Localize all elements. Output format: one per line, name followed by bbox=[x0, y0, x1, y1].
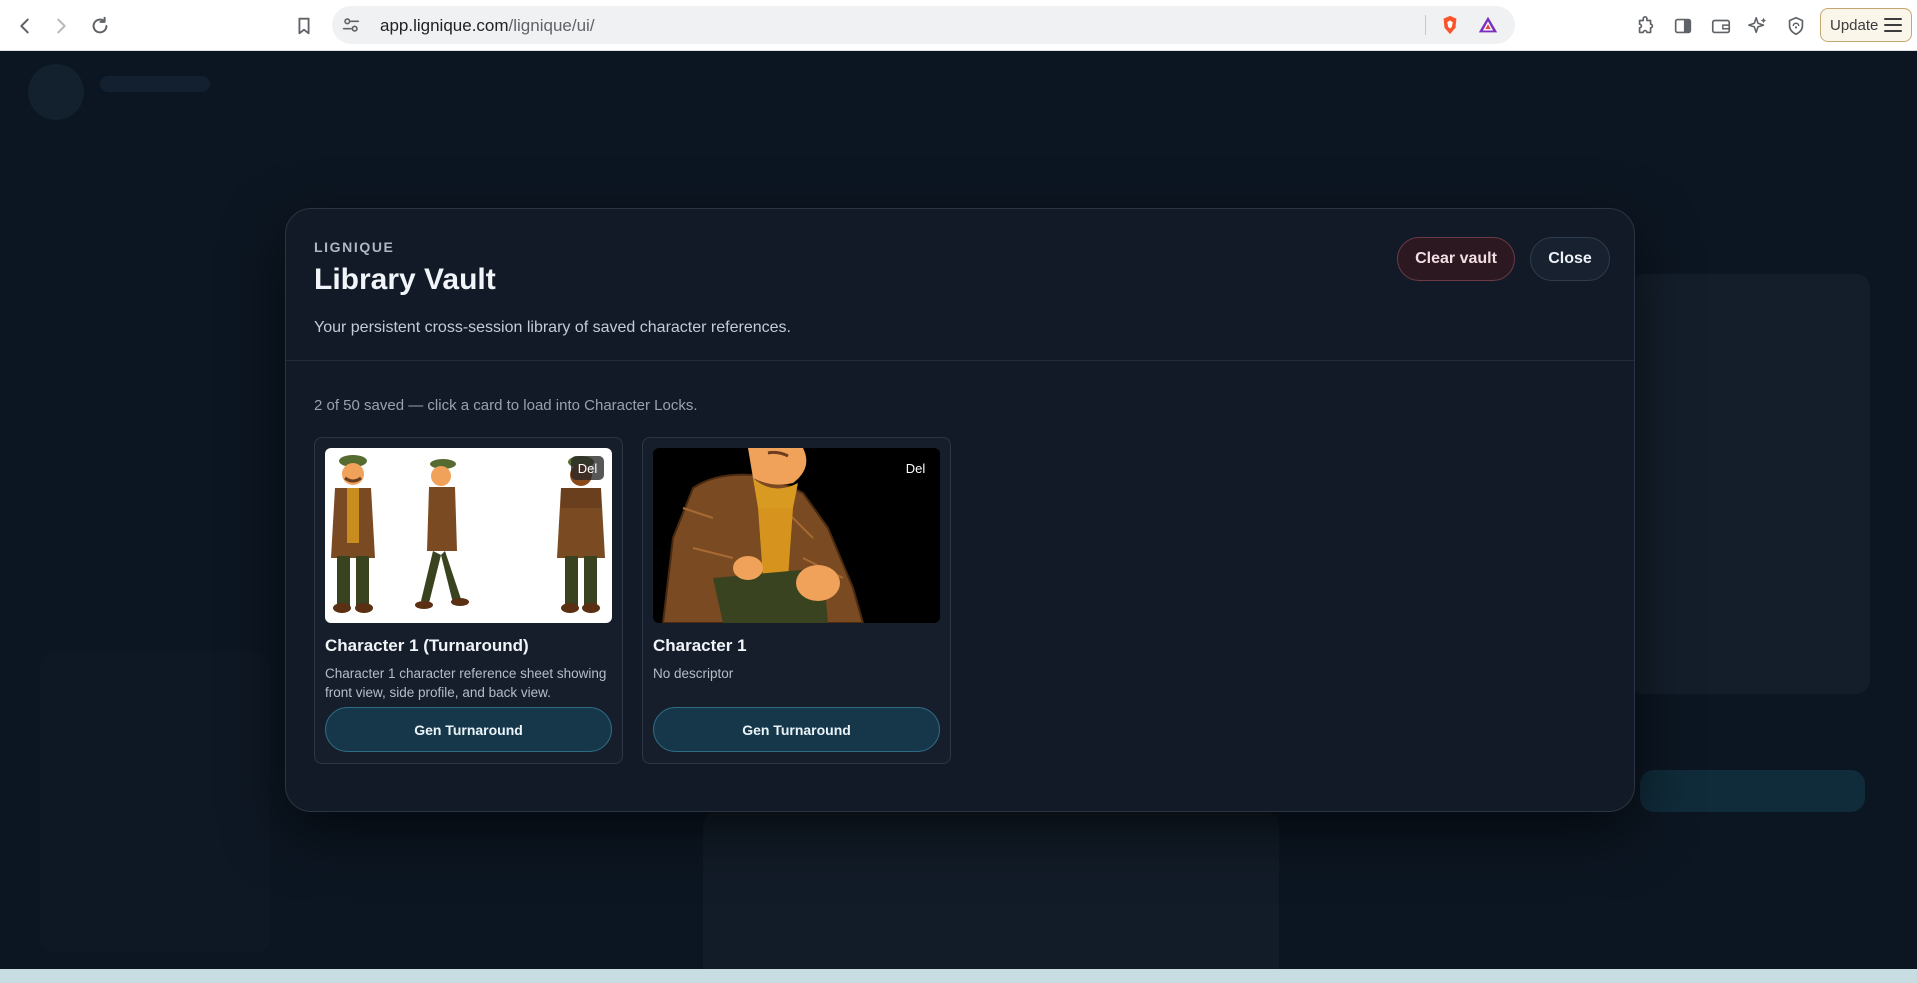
modal-title: Library Vault bbox=[314, 263, 496, 296]
brave-shields-icon[interactable] bbox=[1437, 12, 1463, 38]
browser-toolbar: app.lignique.com/lignique/ui/ Update bbox=[0, 0, 1917, 51]
site-settings-icon[interactable] bbox=[338, 12, 364, 38]
delete-button[interactable]: Del bbox=[899, 456, 932, 480]
bookmark-icon[interactable] bbox=[291, 13, 317, 39]
sidebar-icon[interactable] bbox=[1670, 13, 1696, 39]
library-vault-modal: LIGNIQUE Library Vault Your persistent c… bbox=[285, 208, 1635, 812]
card-title: Character 1 (Turnaround) bbox=[325, 636, 529, 655]
reload-icon[interactable] bbox=[87, 13, 113, 39]
character-image: Del bbox=[653, 448, 940, 623]
left-panel-blur bbox=[40, 652, 270, 952]
brave-rewards-icon[interactable] bbox=[1475, 12, 1501, 38]
urlbar-divider bbox=[1425, 15, 1426, 35]
card-description: No descriptor bbox=[653, 666, 734, 681]
preview-panel-blur bbox=[1630, 274, 1870, 694]
card-title: Character 1 bbox=[653, 636, 747, 655]
modal-subtitle: Your persistent cross-session library of… bbox=[314, 319, 791, 336]
url-host: app.lignique.com bbox=[380, 16, 509, 35]
back-icon[interactable] bbox=[12, 13, 38, 39]
gen-turnaround-button[interactable]: Gen Turnaround bbox=[325, 707, 612, 752]
url-text: app.lignique.com/lignique/ui/ bbox=[380, 16, 595, 36]
close-button[interactable]: Close bbox=[1530, 237, 1610, 281]
vpn-icon[interactable] bbox=[1783, 13, 1809, 39]
extensions-icon[interactable] bbox=[1633, 13, 1659, 39]
delete-button[interactable]: Del bbox=[571, 456, 604, 480]
app-logo-blur bbox=[28, 64, 84, 120]
modal-header: LIGNIQUE Library Vault Your persistent c… bbox=[286, 209, 1634, 361]
update-label: Update bbox=[1830, 16, 1879, 34]
address-bar[interactable]: app.lignique.com/lignique/ui/ bbox=[332, 6, 1515, 44]
panel-button-blur bbox=[1640, 770, 1865, 812]
turnaround-image: Del bbox=[325, 448, 612, 623]
vault-count-text: 2 of 50 saved — click a card to load int… bbox=[314, 397, 698, 414]
url-path: /lignique/ui/ bbox=[508, 16, 595, 35]
prompt-area-blur bbox=[703, 812, 1279, 969]
update-button[interactable]: Update bbox=[1820, 8, 1912, 42]
gen-turnaround-button[interactable]: Gen Turnaround bbox=[653, 707, 940, 752]
bottom-strip bbox=[0, 969, 1917, 983]
vault-card[interactable]: Del Character 1 (Turnaround) Character 1… bbox=[314, 437, 623, 764]
app-header-blur bbox=[100, 76, 210, 92]
menu-icon bbox=[1884, 18, 1903, 32]
wallet-icon[interactable] bbox=[1708, 13, 1734, 39]
clear-vault-button[interactable]: Clear vault bbox=[1397, 237, 1515, 281]
forward-icon[interactable] bbox=[48, 13, 74, 39]
vault-card[interactable]: Del Character 1 No descriptor Gen Turnar… bbox=[642, 437, 951, 764]
card-description: Character 1 character reference sheet sh… bbox=[325, 666, 607, 700]
brand-eyebrow: LIGNIQUE bbox=[314, 239, 395, 255]
leo-ai-icon[interactable] bbox=[1745, 13, 1771, 39]
